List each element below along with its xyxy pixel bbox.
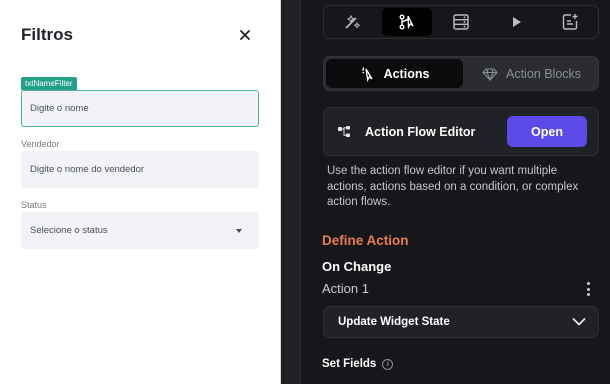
tool-magic-wand[interactable] [327, 8, 377, 36]
trigger-label: On Change [322, 259, 392, 274]
flow-nodes-icon [338, 126, 350, 137]
tool-actions[interactable] [381, 8, 432, 36]
tab-action-blocks[interactable]: Action Blocks [465, 59, 598, 88]
seller-filter-placeholder: Digite o nome do vendedor [30, 164, 145, 175]
magic-wand-icon [345, 14, 361, 29]
seller-filter-input[interactable]: Digite o nome do vendedor [21, 151, 259, 188]
filter-title: Filtros [21, 25, 73, 44]
action-flow-description: Use the action flow editor if you want m… [327, 165, 579, 208]
action-flow-editor-title: Action Flow Editor [365, 125, 476, 139]
tab-actions[interactable]: Actions [326, 59, 463, 88]
info-icon[interactable]: i [382, 358, 394, 370]
app-root: Filtros txtNameFilter Digite o nome Vend… [0, 0, 610, 384]
name-filter-input[interactable]: Digite o nome [21, 90, 259, 127]
properties-panel: Actions Action Blocks Action Flow Editor… [300, 0, 610, 384]
tool-document[interactable] [545, 8, 595, 36]
set-fields-label: Set Fields [322, 358, 377, 370]
action-type-value: Update Widget State [338, 316, 450, 328]
tab-actions-label: Actions [383, 66, 430, 81]
action-index-label: Action 1 [322, 281, 369, 296]
cursor-click-icon [361, 66, 373, 82]
name-filter-placeholder: Digite o nome [30, 103, 89, 114]
play-icon [512, 17, 521, 27]
open-button[interactable]: Open [507, 116, 587, 147]
document-icon [562, 14, 578, 30]
more-options-icon[interactable] [585, 282, 591, 296]
seller-label: Vendedor [21, 139, 60, 149]
tool-backend-query[interactable] [436, 8, 486, 36]
action-flow-icon [399, 14, 414, 30]
backend-query-icon [453, 14, 469, 30]
define-action-heading: Define Action [322, 233, 409, 248]
actions-segmented-control: Actions Action Blocks [323, 56, 599, 91]
action-flow-editor-card: Action Flow Editor Open [323, 107, 599, 156]
status-dropdown[interactable]: Selecione o status [21, 212, 259, 249]
close-icon[interactable] [235, 25, 255, 45]
action-type-dropdown[interactable]: Update Widget State [323, 306, 599, 338]
tab-action-blocks-label: Action Blocks [505, 66, 582, 81]
widget-name-tag: txtNameFilter [21, 77, 77, 90]
panel-toolbar [323, 5, 599, 39]
dropdown-arrow-icon [236, 229, 242, 233]
set-fields-heading: Set Fields i [322, 358, 394, 370]
diamond-icon [482, 67, 498, 81]
status-label: Status [21, 200, 47, 210]
filter-panel: Filtros txtNameFilter Digite o nome Vend… [0, 0, 281, 384]
status-placeholder: Selecione o status [30, 225, 108, 236]
chevron-down-icon [572, 318, 586, 326]
tool-test[interactable] [491, 8, 541, 36]
